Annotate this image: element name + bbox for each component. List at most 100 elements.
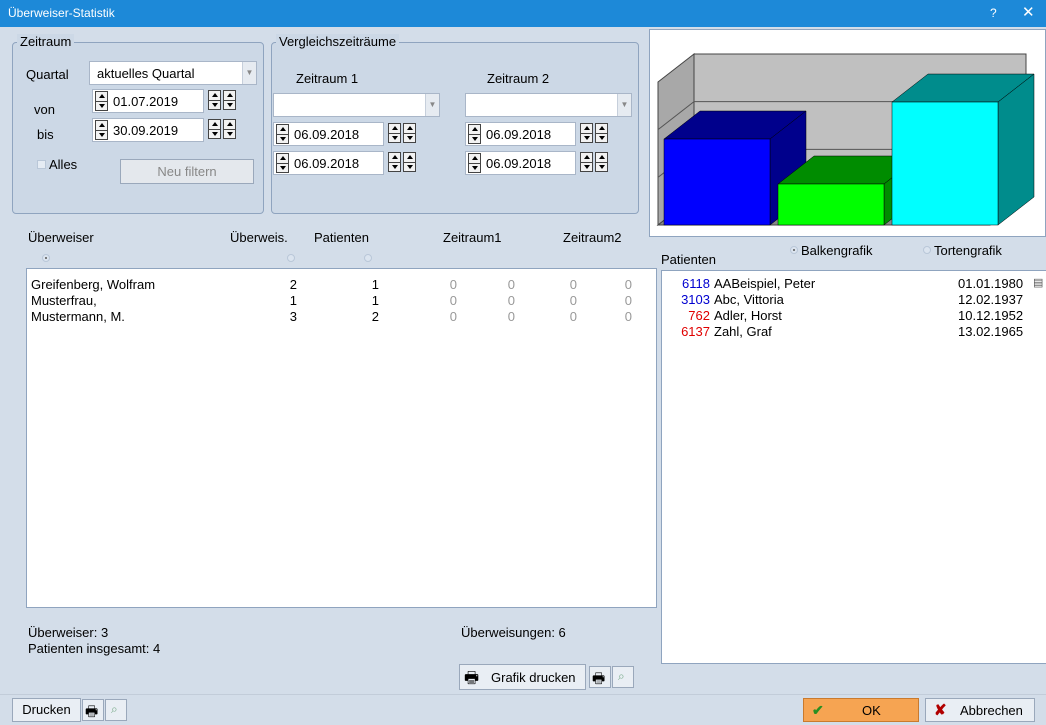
cell-patienten: 2 — [371, 309, 379, 324]
print-setup-button[interactable]: 🖶 — [82, 699, 104, 721]
stepper-icon[interactable] — [388, 123, 401, 143]
patients-list[interactable]: 6118 AABeispiel, Peter 01.01.1980 3103 Abc, … — [661, 270, 1046, 664]
von-spin-buttons[interactable] — [208, 89, 238, 113]
patient-birthdate: 13.02.1965 — [958, 324, 1024, 339]
bar-chart — [656, 52, 1035, 227]
table-row[interactable]: Mustermann, M. 3 2 0 0 0 0 — [27, 309, 657, 325]
abbrechen-button[interactable]: ✘ Abbrechen — [925, 698, 1035, 722]
z2-bis-date-field[interactable]: 06.09.2018 — [465, 151, 576, 175]
chart-frame — [649, 29, 1046, 237]
bis-year-stepper-icon[interactable] — [223, 119, 236, 139]
z2-von-day-stepper-icon[interactable] — [468, 124, 481, 144]
z1-bis-day-stepper-icon[interactable] — [276, 153, 289, 173]
help-button[interactable]: ? — [990, 6, 997, 20]
von-date-field[interactable]: 01.07.2019 — [92, 89, 204, 113]
bis-spin-buttons[interactable] — [208, 118, 238, 142]
preview-icon: ⌕ — [618, 669, 625, 683]
table-row[interactable]: Greifenberg, Wolfram 2 1 0 0 0 0 — [27, 277, 657, 293]
cell-z2a: 0 — [569, 309, 577, 324]
z2-von-value: 06.09.2018 — [486, 127, 552, 142]
sort-radio-ueberweis[interactable] — [287, 254, 295, 262]
patient-name: Abc, Vittoria — [714, 292, 784, 307]
col-ueberweis[interactable]: Überweis. — [230, 230, 288, 245]
grafik-print-setup-button[interactable]: 🖶 — [589, 666, 611, 688]
von-label: von — [34, 102, 55, 117]
z1-von-spin-buttons[interactable] — [388, 122, 418, 146]
stepper-icon[interactable] — [595, 123, 608, 143]
chevron-down-icon[interactable]: ▼ — [242, 62, 256, 84]
z2-bis-spin-buttons[interactable] — [580, 151, 610, 175]
printer-icon: 🖶 — [464, 670, 480, 687]
z2-von-date-field[interactable]: 06.09.2018 — [465, 122, 576, 146]
z1-bis-date-field[interactable]: 06.09.2018 — [273, 151, 384, 175]
zeitraum1-select[interactable]: ▼ — [273, 93, 440, 117]
stepper-icon[interactable] — [403, 123, 416, 143]
stepper-icon[interactable] — [595, 152, 608, 172]
preview-button[interactable]: ⌕ — [105, 699, 127, 721]
cell-ueberweis: 2 — [289, 277, 297, 292]
table-row[interactable]: Musterfrau, 1 1 0 0 0 0 — [27, 293, 657, 309]
von-month-stepper-icon[interactable] — [208, 90, 221, 110]
bis-date-field[interactable]: 30.09.2019 — [92, 118, 204, 142]
col-zeitraum1[interactable]: Zeitraum1 — [443, 230, 502, 245]
z2-bis-value: 06.09.2018 — [486, 156, 552, 171]
sort-radio-ueberweiser[interactable] — [42, 254, 50, 262]
bis-label: bis — [37, 127, 54, 142]
neu-filtern-button[interactable]: Neu filtern — [120, 159, 254, 184]
tortengrafik-radio[interactable] — [923, 246, 931, 254]
abbrechen-label: Abbrechen — [960, 703, 1023, 718]
bis-day-stepper-icon[interactable] — [95, 120, 108, 140]
patient-name: Adler, Horst — [714, 308, 782, 323]
window-title: Überweiser-Statistik — [8, 6, 115, 20]
cell-z1a: 0 — [449, 309, 457, 324]
alles-label: Alles — [49, 157, 78, 172]
chevron-down-icon[interactable]: ▼ — [617, 94, 631, 116]
list-item[interactable]: 3103 Abc, Vittoria 12.02.1937 — [662, 292, 1046, 308]
grafik-drucken-button[interactable]: 🖶 Grafik drucken — [459, 664, 586, 690]
patient-birthdate: 10.12.1952 — [958, 308, 1024, 323]
quartal-select[interactable]: aktuelles Quartal ▼ — [89, 61, 257, 85]
sort-radio-patienten[interactable] — [364, 254, 372, 262]
stepper-icon[interactable] — [403, 152, 416, 172]
z1-von-day-stepper-icon[interactable] — [276, 124, 289, 144]
z1-bis-spin-buttons[interactable] — [388, 151, 418, 175]
z2-bis-day-stepper-icon[interactable] — [468, 153, 481, 173]
zeitraum2-select[interactable]: ▼ — [465, 93, 632, 117]
tortengrafik-label[interactable]: Tortengrafik — [934, 243, 1002, 258]
title-bar: Überweiser-Statistik ? ✕ — [0, 0, 1046, 27]
summary-patienten: Patienten insgesamt: 4 — [28, 641, 161, 656]
patient-id: 6137 — [681, 324, 710, 339]
col-ueberweiser[interactable]: Überweiser — [28, 230, 94, 245]
drucken-button[interactable]: Drucken — [12, 698, 81, 722]
bar — [777, 183, 885, 226]
vergleich-legend: Vergleichszeiträume — [276, 34, 400, 49]
referrer-list[interactable]: Greifenberg, Wolfram 2 1 0 0 0 0 Musterfrau, 1 1 0… — [26, 268, 657, 608]
stepper-icon[interactable] — [580, 152, 593, 172]
z2-von-spin-buttons[interactable] — [580, 122, 610, 146]
alles-checkbox[interactable] — [37, 160, 46, 169]
close-button[interactable]: ✕ — [1022, 3, 1035, 21]
list-item[interactable]: 6137 Zahl, Graf 13.02.1965 — [662, 324, 1046, 340]
ok-button[interactable]: ✔ OK — [803, 698, 919, 722]
grafik-preview-button[interactable]: ⌕ — [612, 666, 634, 688]
drucken-label: Drucken — [22, 702, 71, 717]
patient-birthdate: 12.02.1937 — [958, 292, 1024, 307]
stepper-icon[interactable] — [580, 123, 593, 143]
von-day-stepper-icon[interactable] — [95, 91, 108, 111]
bis-month-stepper-icon[interactable] — [208, 119, 221, 139]
z1-von-date-field[interactable]: 06.09.2018 — [273, 122, 384, 146]
zeitraum2-label: Zeitraum 2 — [487, 71, 550, 86]
list-item[interactable]: 762 Adler, Horst 10.12.1952 — [662, 308, 1046, 324]
chevron-down-icon[interactable]: ▼ — [425, 94, 439, 116]
list-item[interactable]: 6118 AABeispiel, Peter 01.01.1980 — [662, 276, 1046, 292]
col-zeitraum2[interactable]: Zeitraum2 — [563, 230, 622, 245]
z1-bis-value: 06.09.2018 — [294, 156, 360, 171]
balkengrafik-radio[interactable] — [790, 246, 798, 254]
col-patienten[interactable]: Patienten — [314, 230, 369, 245]
cell-name: Mustermann, M. — [31, 309, 125, 324]
cancel-icon: ✘ — [934, 702, 947, 719]
balkengrafik-label[interactable]: Balkengrafik — [801, 243, 873, 258]
stepper-icon[interactable] — [388, 152, 401, 172]
von-year-stepper-icon[interactable] — [223, 90, 236, 110]
bar — [891, 101, 999, 226]
